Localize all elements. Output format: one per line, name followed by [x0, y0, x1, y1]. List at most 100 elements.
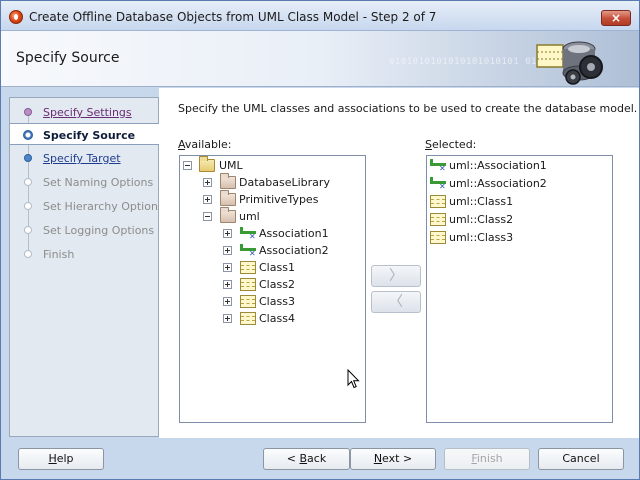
tree-node-label: Association2 [259, 244, 329, 257]
selected-label: Selected: [425, 138, 477, 151]
back-button[interactable]: < Back [263, 448, 350, 470]
list-item-label: uml::Association1 [449, 159, 547, 172]
wizard-window: Create Offline Database Objects from UML… [0, 0, 640, 480]
tree-node-label: DatabaseLibrary [239, 176, 330, 189]
expand-icon[interactable] [223, 314, 232, 323]
cancel-button[interactable]: Cancel [538, 448, 624, 470]
tree-node-databaselibrary[interactable]: DatabaseLibrary [180, 173, 365, 191]
list-item[interactable]: ✕ uml::Association1 [427, 157, 612, 174]
class-icon [240, 295, 256, 308]
steps-sidebar: Specify Settings Specify Source Specify … [9, 97, 164, 437]
list-item[interactable]: uml::Class3 [427, 229, 612, 246]
step-specify-target[interactable]: Specify Target [10, 147, 158, 169]
tree-node-label: Class3 [259, 295, 295, 308]
class-icon [240, 312, 256, 325]
step-label: Specify Target [43, 152, 121, 165]
selected-list[interactable]: ✕ uml::Association1 ✕ uml::Association2 … [426, 155, 613, 423]
tree-node-label: Class4 [259, 312, 295, 325]
association-icon: ✕ [430, 177, 446, 191]
database-header-icon [536, 41, 603, 85]
tree-node-class1[interactable]: Class1 [180, 259, 365, 276]
step-specify-source[interactable]: Specify Source [10, 123, 159, 145]
collapse-icon[interactable] [203, 212, 212, 221]
content-panel: Specify the UML classes and associations… [159, 88, 639, 438]
tree-node-class4[interactable]: Class4 [180, 310, 365, 327]
step-label: Specify Settings [43, 106, 132, 119]
tree-node-label: uml [239, 210, 260, 223]
association-icon: ✕ [240, 227, 256, 241]
list-item-label: uml::Class3 [449, 231, 514, 244]
step-indicator-icon [24, 202, 32, 210]
expand-icon[interactable] [223, 246, 232, 255]
step-label: Set Hierarchy Options [43, 200, 164, 213]
class-icon [240, 261, 256, 274]
class-icon [430, 195, 446, 208]
step-set-naming-options: Set Naming Options [10, 171, 158, 193]
step-label: Set Naming Options [43, 176, 154, 189]
step-label: Specify Source [43, 129, 136, 142]
tree-node-uml-package[interactable]: uml [180, 207, 365, 225]
chevron-right-icon: 〉 [389, 268, 403, 284]
list-item[interactable]: uml::Class1 [427, 193, 612, 210]
available-label: Available: [178, 138, 232, 151]
step-label: Finish [43, 248, 75, 261]
step-label: Set Logging Options [43, 224, 155, 237]
chevron-left-icon: 〈 [389, 294, 403, 310]
step-indicator-icon [24, 250, 32, 258]
close-icon: × [610, 11, 622, 25]
page-title: Specify Source [16, 50, 120, 66]
tree-node-association1[interactable]: ✕ Association1 [180, 225, 365, 242]
move-right-button[interactable]: 〉 [371, 265, 421, 287]
mouse-pointer-icon [347, 369, 360, 389]
folder-icon [199, 156, 215, 172]
tree-node-label: Association1 [259, 227, 329, 240]
list-item[interactable]: uml::Class2 [427, 211, 612, 228]
list-item-label: uml::Class2 [449, 213, 514, 226]
class-icon [430, 231, 446, 244]
association-icon: ✕ [240, 244, 256, 258]
class-icon [240, 278, 256, 291]
tree-node-association2[interactable]: ✕ Association2 [180, 242, 365, 259]
wizard-header: Specify Source 0101010101010101010101 01… [1, 31, 639, 87]
expand-icon[interactable] [223, 297, 232, 306]
package-icon [220, 207, 236, 223]
step-indicator-icon [24, 226, 32, 234]
list-item-label: uml::Class1 [449, 195, 514, 208]
association-icon: ✕ [430, 159, 446, 173]
step-set-hierarchy-options: Set Hierarchy Options [10, 195, 164, 217]
step-indicator-icon [24, 178, 32, 186]
package-icon [220, 173, 236, 189]
available-tree[interactable]: UML DatabaseLibrary PrimitiveTypes uml ✕ [179, 155, 366, 423]
tree-node-label: UML [219, 159, 243, 172]
tree-node-uml[interactable]: UML [180, 156, 365, 174]
tree-node-class3[interactable]: Class3 [180, 293, 365, 310]
instruction-text: Specify the UML classes and associations… [178, 102, 638, 115]
list-item[interactable]: ✕ uml::Association2 [427, 175, 612, 192]
step-finish: Finish [10, 243, 158, 265]
expand-icon[interactable] [223, 280, 232, 289]
tree-node-label: Class1 [259, 261, 295, 274]
class-icon [430, 213, 446, 226]
tree-node-primitivetypes[interactable]: PrimitiveTypes [180, 190, 365, 208]
expand-icon[interactable] [223, 263, 232, 272]
tree-node-label: Class2 [259, 278, 295, 291]
step-indicator-icon [24, 154, 32, 162]
step-specify-settings[interactable]: Specify Settings [10, 101, 158, 123]
step-set-logging-options: Set Logging Options [10, 219, 158, 241]
window-title: Create Offline Database Objects from UML… [29, 10, 437, 24]
step-indicator-icon [24, 108, 32, 116]
tree-node-class2[interactable]: Class2 [180, 276, 365, 293]
move-left-button[interactable]: 〈 [371, 291, 421, 313]
finish-button: Finish [444, 448, 530, 470]
close-button[interactable]: × [601, 10, 631, 26]
expand-icon[interactable] [223, 229, 232, 238]
tree-node-label: PrimitiveTypes [239, 193, 319, 206]
app-icon [9, 10, 23, 24]
expand-icon[interactable] [203, 178, 212, 187]
next-button[interactable]: Next > [350, 448, 436, 470]
expand-icon[interactable] [203, 195, 212, 204]
package-icon [220, 190, 236, 206]
help-button[interactable]: Help [18, 448, 104, 470]
collapse-icon[interactable] [183, 161, 192, 170]
title-bar: Create Offline Database Objects from UML… [1, 1, 639, 31]
